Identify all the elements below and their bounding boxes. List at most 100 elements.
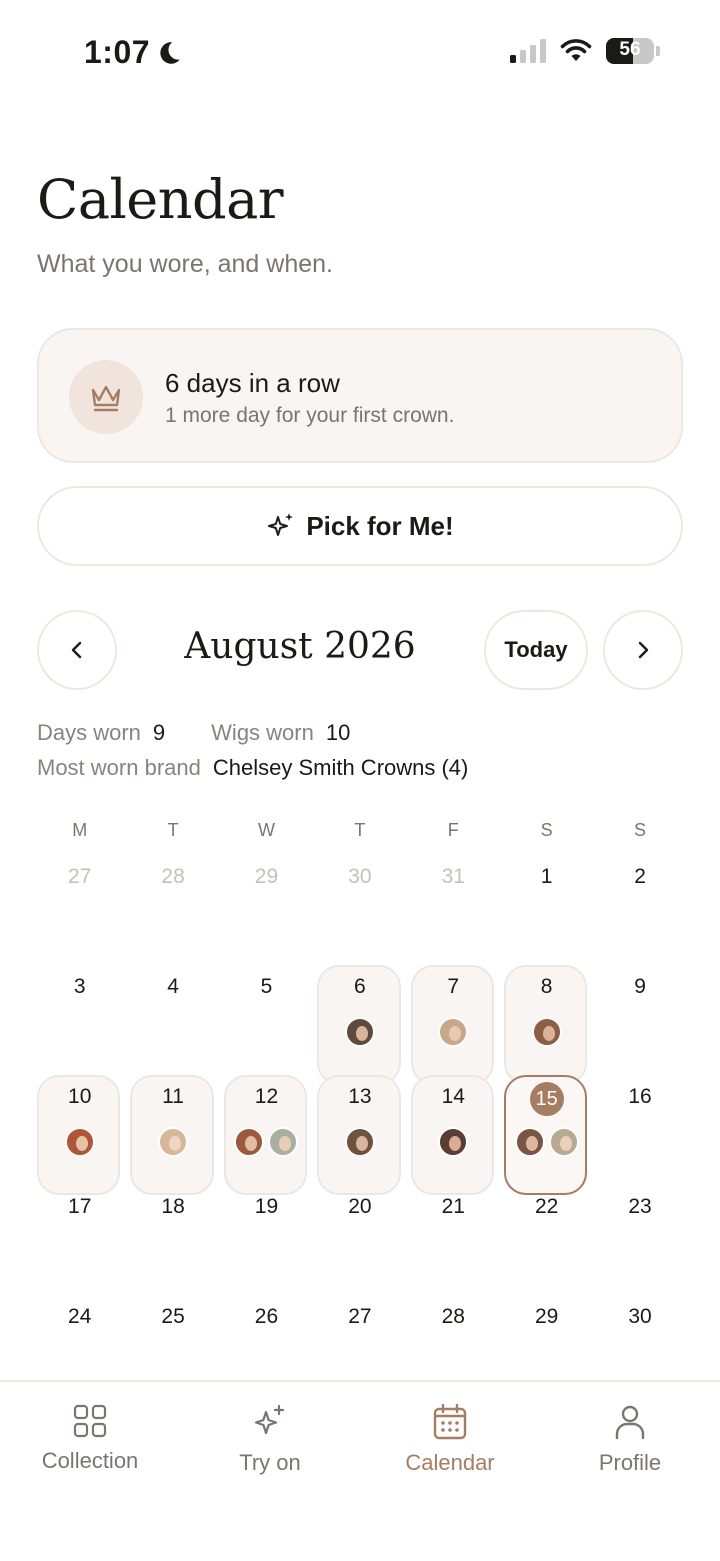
worn-wig-avatars: [500, 1127, 593, 1157]
weekday-label: T: [167, 820, 179, 840]
today-button[interactable]: Today: [484, 610, 588, 690]
calendar-day[interactable]: 14: [407, 1073, 500, 1195]
wifi-icon: [560, 39, 592, 61]
worn-wig-avatars: [407, 1017, 500, 1047]
calendar-day[interactable]: 6: [313, 963, 406, 1085]
tab-calendar-label: Calendar: [405, 1450, 495, 1475]
calendar-day-today[interactable]: 15: [500, 1073, 593, 1195]
day-number: 23: [628, 1195, 652, 1218]
calendar-day[interactable]: 30: [313, 853, 406, 963]
calendar-day[interactable]: 1: [500, 853, 593, 963]
calendar-day[interactable]: 12: [220, 1073, 313, 1195]
calendar-day[interactable]: 8: [500, 963, 593, 1085]
wig-avatar: [344, 1017, 375, 1047]
calendar-day[interactable]: 23: [593, 1183, 686, 1293]
day-number: 16: [628, 1085, 652, 1108]
worn-wig-avatars: [313, 1017, 406, 1047]
wig-avatar: [344, 1127, 375, 1157]
calendar-day[interactable]: 20: [313, 1183, 406, 1293]
day-number: 19: [254, 1195, 279, 1218]
day-number: 15: [529, 1082, 564, 1116]
day-number: 2: [634, 865, 646, 888]
weekday-label: S: [634, 820, 647, 840]
crown-badge: [69, 360, 143, 434]
tab-try-on[interactable]: Try on: [180, 1404, 360, 1476]
calendar-day[interactable]: 7: [407, 963, 500, 1085]
calendar-day[interactable]: 29: [220, 853, 313, 963]
calendar-day[interactable]: 2: [593, 853, 686, 963]
day-number: 29: [254, 865, 279, 888]
day-number: 29: [534, 1305, 559, 1328]
sparkle-icon: [268, 513, 294, 536]
calendar-day[interactable]: 10: [33, 1073, 126, 1195]
day-number: 18: [161, 1195, 185, 1218]
calendar-day[interactable]: 11: [126, 1073, 219, 1195]
calendar-day[interactable]: 3: [33, 963, 126, 1073]
signal-icon: [510, 39, 546, 63]
day-number: 14: [441, 1085, 465, 1108]
page-title: Calendar: [37, 168, 284, 231]
weekday-label: T: [354, 820, 366, 840]
wigs-worn-label: Wigs worn: [211, 720, 314, 745]
weekday-label: M: [72, 820, 88, 840]
month-stats: Days worn 9 Wigs worn 10 Most worn brand…: [37, 720, 468, 790]
tab-calendar[interactable]: Calendar: [360, 1404, 540, 1476]
most-worn-brand-label: Most worn brand: [37, 755, 201, 780]
next-month-button[interactable]: [603, 610, 683, 690]
day-number: 22: [534, 1195, 559, 1218]
calendar-grid: 27 28 29 30 31 1 2 3 4 5 6 7 8 9 10 11 12 13 14 15 16 17 18 19 2…: [33, 853, 687, 1403]
calendar-day[interactable]: 21: [407, 1183, 500, 1293]
day-number: 28: [161, 865, 185, 888]
day-number: 27: [348, 1305, 372, 1328]
wig-avatar: [64, 1127, 95, 1157]
tab-collection-label: Collection: [41, 1448, 139, 1473]
day-number: 4: [167, 975, 179, 998]
calendar-day[interactable]: 27: [33, 853, 126, 963]
calendar-day[interactable]: 13: [313, 1073, 406, 1195]
chevron-right-icon: [638, 641, 649, 659]
pick-for-me-label: Pick for Me!: [306, 510, 454, 541]
day-number: 24: [68, 1305, 92, 1328]
day-number: 3: [73, 975, 86, 998]
status-bar: 1:07 56: [0, 0, 720, 100]
tab-profile[interactable]: Profile: [540, 1404, 720, 1476]
worn-wig-avatars: [33, 1127, 126, 1157]
wig-avatar: [548, 1127, 579, 1157]
tab-profile-label: Profile: [598, 1450, 662, 1475]
calendar-day[interactable]: 28: [126, 853, 219, 963]
pick-for-me-button[interactable]: Pick for Me!: [37, 486, 683, 566]
calendar-day[interactable]: 16: [593, 1073, 686, 1183]
battery-icon: 56: [606, 38, 654, 64]
calendar-day[interactable]: 31: [407, 853, 500, 963]
day-number: 12: [254, 1085, 279, 1108]
grid-icon: [73, 1404, 107, 1438]
moon-icon: [160, 41, 180, 64]
streak-subtitle: 1 more day for your first crown.: [165, 404, 455, 427]
calendar-day[interactable]: 18: [126, 1183, 219, 1293]
calendar-day[interactable]: 4: [126, 963, 219, 1073]
day-number: 10: [68, 1085, 92, 1108]
worn-wig-avatars: [407, 1127, 500, 1157]
calendar-day[interactable]: 5: [220, 963, 313, 1073]
wig-avatar: [531, 1017, 562, 1047]
calendar-day[interactable]: 9: [593, 963, 686, 1073]
chevron-left-icon: [71, 641, 82, 659]
tab-collection[interactable]: Collection: [0, 1404, 180, 1474]
most-worn-brand-value: Chelsey Smith Crowns (4): [212, 755, 469, 780]
battery-level: 56: [619, 39, 641, 60]
days-worn-value: 9: [152, 720, 166, 745]
day-number: 26: [254, 1305, 279, 1328]
day-number: 6: [354, 975, 366, 998]
day-number: 20: [348, 1195, 372, 1218]
worn-wig-avatars: [126, 1127, 219, 1157]
status-time: 1:07: [84, 34, 151, 70]
person-icon: [615, 1405, 645, 1440]
day-number: 21: [441, 1195, 465, 1218]
tab-bar: Collection Try on Calendar Profile: [0, 1380, 720, 1561]
wig-avatar: [438, 1127, 469, 1157]
wig-avatar: [158, 1127, 189, 1157]
calendar-day[interactable]: 22: [500, 1183, 593, 1293]
previous-month-button[interactable]: [37, 610, 117, 690]
calendar-day[interactable]: 19: [220, 1183, 313, 1293]
calendar-day[interactable]: 17: [33, 1183, 126, 1293]
